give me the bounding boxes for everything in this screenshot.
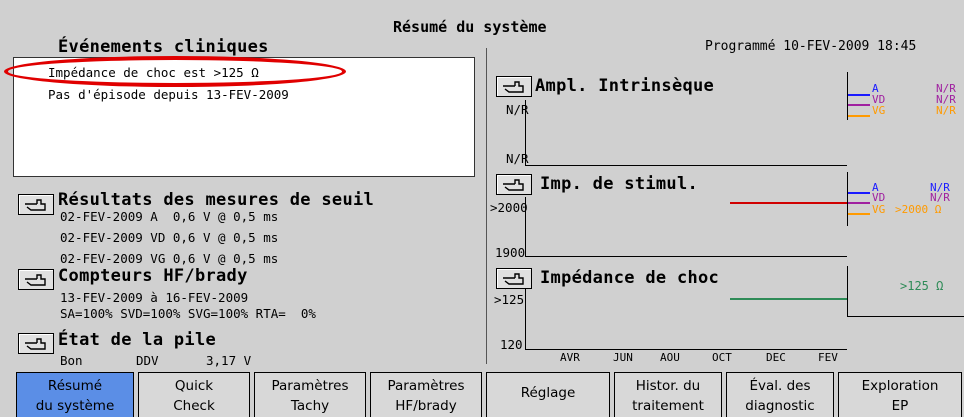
threshold-row: 02-FEV-2009 A 0,6 V @ 0,5 ms [60,209,279,224]
ampl-axis [525,100,526,166]
hand-pointer-icon[interactable] [18,333,54,354]
stim-axis [525,197,526,257]
event-item: Pas d'épisode depuis 13-FEV-2009 [48,87,289,102]
tab-therapy-history[interactable]: Histor. du traitement [614,372,722,417]
ampl-legend-vg-val: N/R [936,104,956,117]
hand-pointer-icon[interactable] [496,174,532,195]
ampl-title: Ampl. Intrinsèque [535,76,715,96]
battery-voltage: 3,17 V [206,353,252,368]
tab-ep-test[interactable]: Exploration EP [838,372,962,417]
x-tick: DEC [766,351,786,364]
stim-y-bottom: 1900 [495,245,526,260]
battery-title: État de la pile [58,330,217,350]
shock-axis [525,289,526,350]
thresholds-title: Résultats des mesures de seuil [58,190,375,210]
battery-ddv: DDV [136,353,159,368]
x-tick: FEV [818,351,838,364]
counters-stats: SA=100% SVD=100% SVG=100% RTA= 0% [60,306,316,321]
vertical-divider [486,48,487,364]
counters-title: Compteurs HF/brady [58,266,248,286]
tab-diagnostics[interactable]: Éval. des diagnostic [726,372,834,417]
stim-axis-x [525,256,847,257]
screen: Résumé du système Programmé 10-FEV-2009 … [0,0,964,417]
ampl-legend-border [847,72,848,120]
stim-legend-vg: VG [872,203,886,216]
hand-pointer-icon[interactable] [18,269,54,290]
shock-y-bottom: 120 [500,337,523,352]
shock-axis-x [525,349,847,350]
tab-setup[interactable]: Réglage [486,372,610,417]
tab-system-summary[interactable]: Résumé du système [16,372,134,417]
programmed-date: Programmé 10-FEV-2009 18:45 [705,39,917,54]
shock-y-top: >125 [494,292,525,307]
stim-y-top: >2000 [490,200,528,215]
shock-legend-border-bottom [847,316,964,317]
stim-data-line [730,202,847,204]
x-tick: AVR [560,351,580,364]
highlight-oval [4,56,346,87]
tab-tachy-params[interactable]: Paramètres Tachy [254,372,366,417]
shock-value: >125 Ω [900,279,944,293]
events-title: Événements cliniques [58,37,269,57]
stim-legend-vg-val: >2000 Ω [895,203,942,216]
tab-brady-params[interactable]: Paramètres HF/brady [370,372,482,417]
ampl-legend-vg: VG [872,104,886,117]
stim-title: Imp. de stimul. [540,174,699,194]
shock-legend-border [847,266,848,316]
window-title: Résumé du système [393,18,547,36]
hand-pointer-icon[interactable] [18,194,54,215]
x-tick: JUN [613,351,633,364]
threshold-row: 02-FEV-2009 VD 0,6 V @ 0,5 ms [60,230,279,245]
hand-pointer-icon[interactable] [496,76,532,97]
hand-pointer-icon[interactable] [496,268,532,289]
x-tick: OCT [712,351,732,364]
tab-quick-check[interactable]: Quick Check [138,372,250,417]
shock-data-line [730,298,847,300]
ampl-axis-x [525,165,847,166]
battery-status: Bon [60,353,83,368]
threshold-row: 02-FEV-2009 VG 0,6 V @ 0,5 ms [60,251,279,266]
counters-range: 13-FEV-2009 à 16-FEV-2009 [60,290,249,305]
stim-legend-border [847,172,848,226]
shock-title: Impédance de choc [540,268,720,288]
x-tick: AOU [660,351,680,364]
